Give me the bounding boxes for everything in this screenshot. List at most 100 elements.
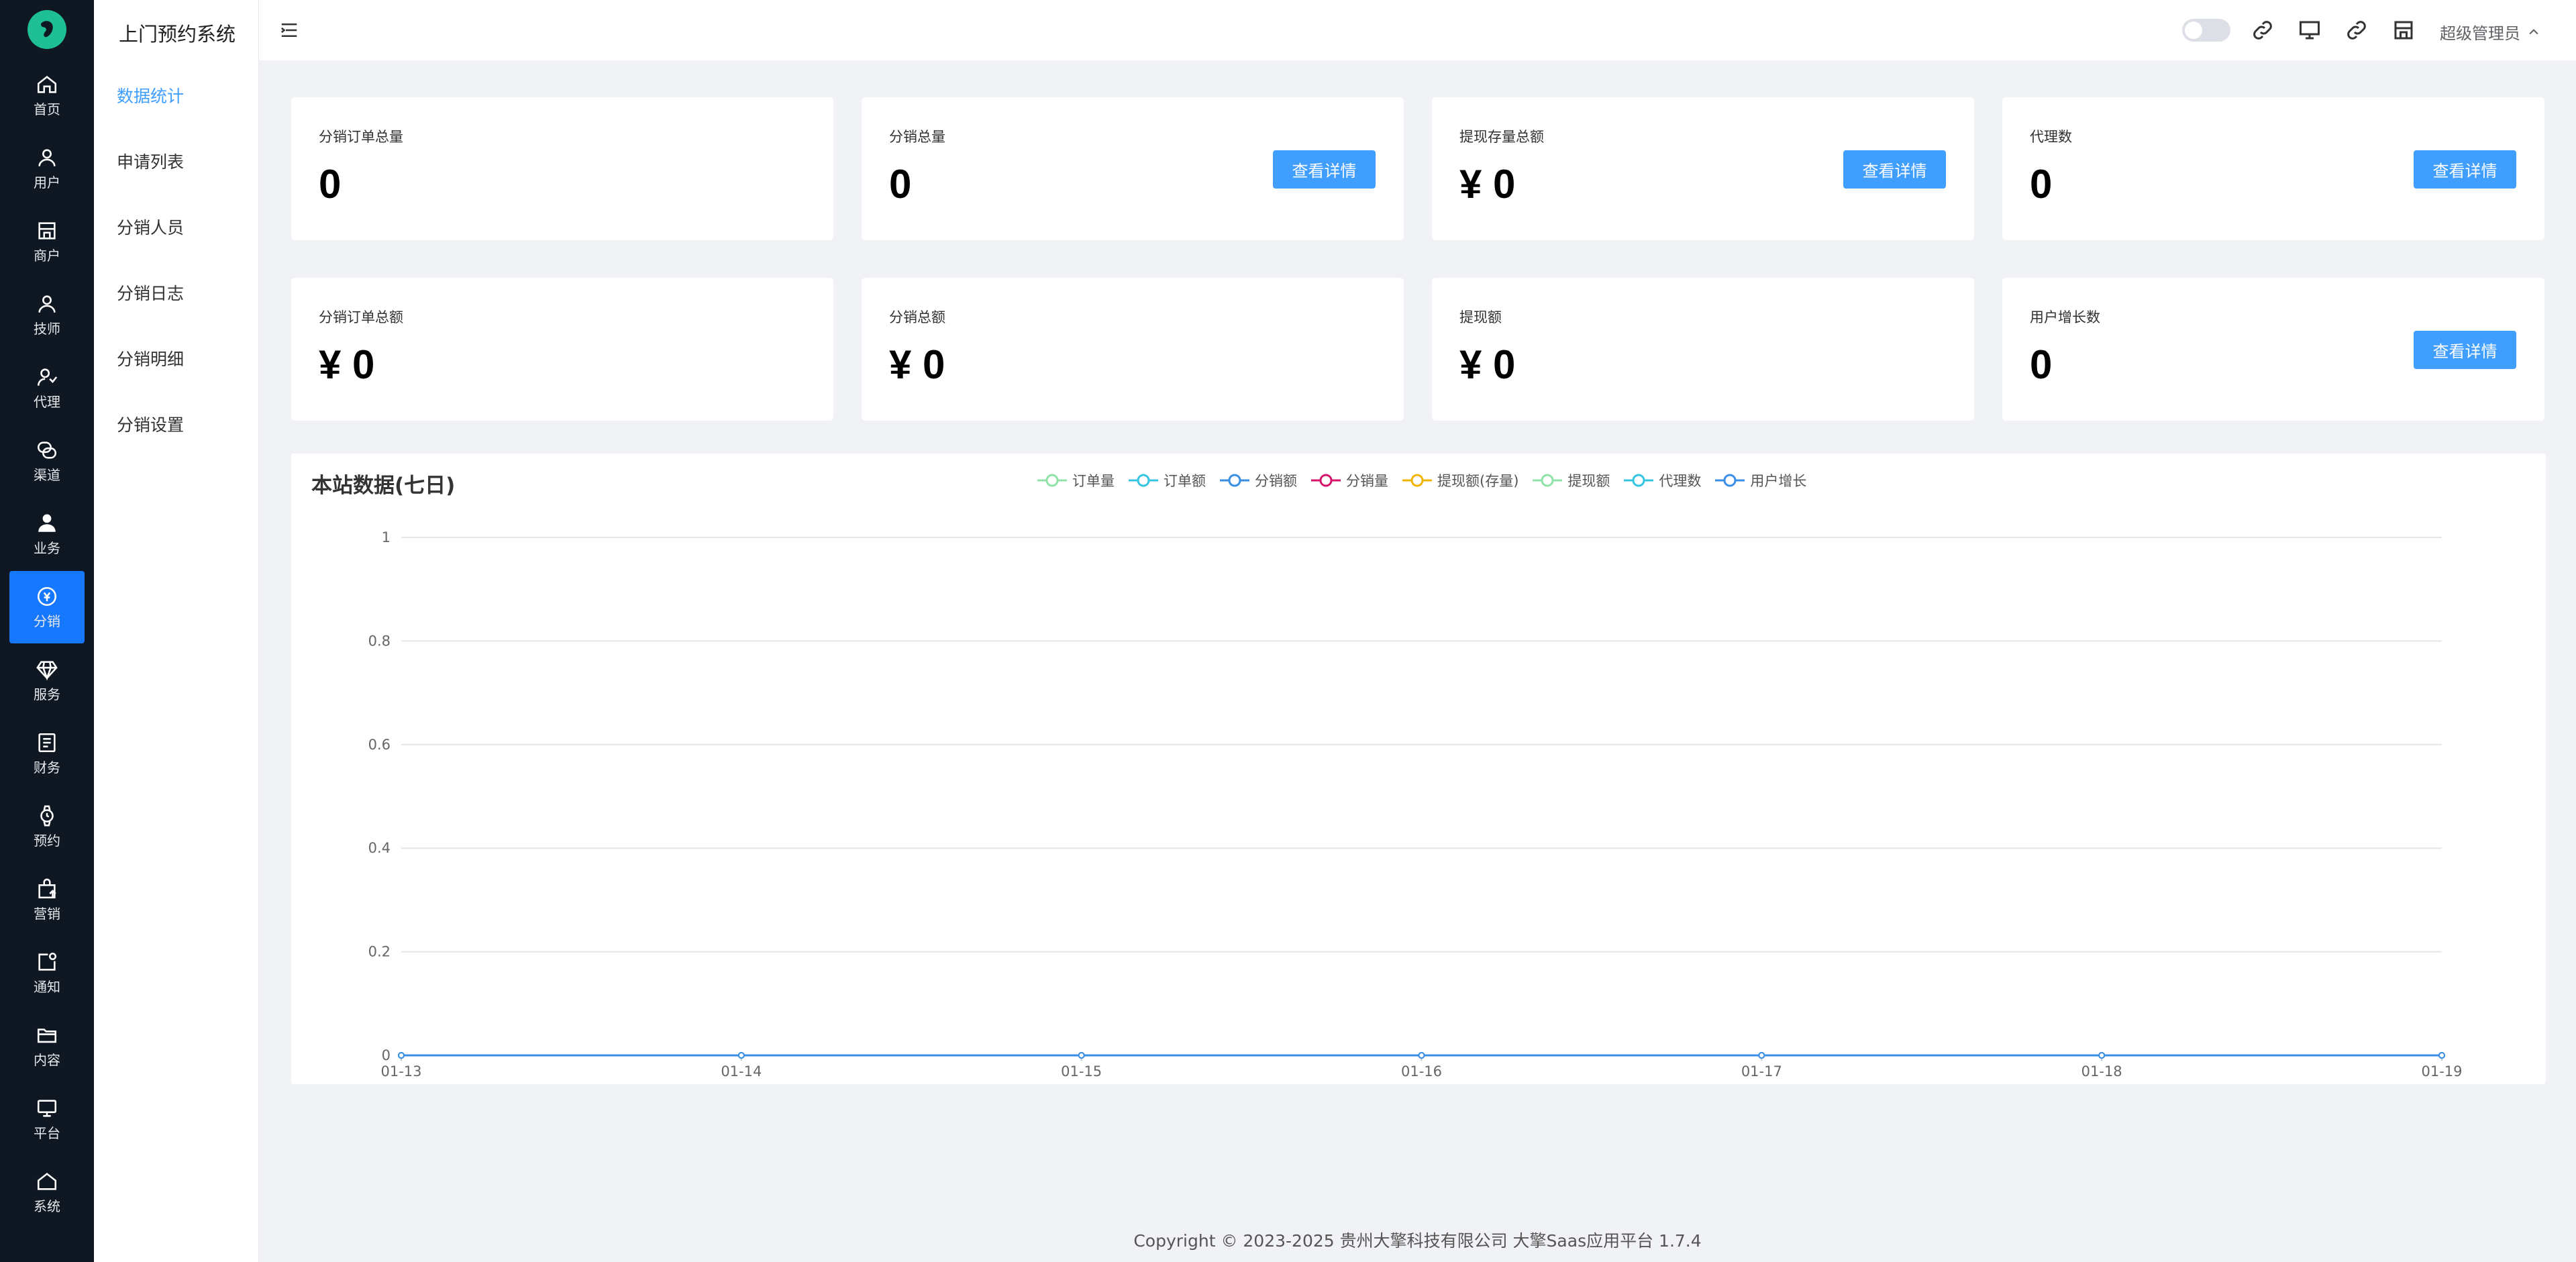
stat-title: 分销订单总额: [319, 309, 403, 325]
x-tick-label: 01-16: [1401, 1063, 1442, 1080]
app-logo-icon[interactable]: [28, 10, 66, 49]
y-tick-label: 1: [382, 529, 391, 545]
rail-item-notice[interactable]: 通知: [9, 937, 85, 1009]
legend-label: 订单额: [1164, 473, 1206, 489]
rail-item-marketing[interactable]: 营销: [9, 863, 85, 936]
stat-title: 分销总额: [889, 309, 945, 325]
submenu-item-applications[interactable]: 申请列表: [117, 149, 184, 173]
stat-value: ¥ 0: [1459, 342, 1516, 387]
stat-title: 用户增长数: [2030, 309, 2100, 325]
stat-value: ¥ 0: [319, 342, 375, 387]
stat-card: 代理数 0 查看详情: [2002, 97, 2544, 240]
agent-icon: [37, 368, 58, 386]
channel-icon: [37, 441, 57, 459]
diamond-icon: [36, 661, 58, 681]
monitor-icon: [37, 1100, 57, 1117]
rail-item-merchant[interactable]: 商户: [9, 205, 85, 278]
legend-marker-icon: [1402, 474, 1432, 487]
view-details-button[interactable]: 查看详情: [1843, 150, 1946, 189]
stat-value: 0: [319, 162, 342, 207]
store-icon: [38, 222, 56, 240]
chart-title: 本站数据(七日): [311, 474, 456, 498]
rail-item-finance[interactable]: 财务: [9, 717, 85, 790]
submenu-item-settings[interactable]: 分销设置: [117, 412, 184, 436]
rail-label: 通知: [34, 979, 60, 995]
legend-item[interactable]: 代理数: [1624, 470, 1701, 490]
stat-card: 提现额 ¥ 0: [1432, 278, 1974, 421]
icon-rail: 首页 用户 商户 技师 代理 渠道 业务 分销 服务 财务 预约 营销 通知 内…: [0, 0, 94, 1262]
x-tick-label: 01-19: [2421, 1063, 2462, 1080]
x-tick-label: 01-17: [1741, 1063, 1782, 1080]
rail-item-service[interactable]: 服务: [9, 644, 85, 717]
submenu-item-details[interactable]: 分销明细: [117, 346, 184, 370]
view-details-button[interactable]: 查看详情: [2414, 331, 2516, 369]
data-point: [1418, 1052, 1425, 1059]
legend-item[interactable]: 用户增长: [1715, 470, 1806, 490]
rail-item-content[interactable]: 内容: [9, 1010, 85, 1082]
legend-marker-icon: [1624, 474, 1654, 487]
notification-icon: [38, 952, 57, 971]
rail-label: 财务: [34, 759, 60, 776]
legend-item[interactable]: 订单量: [1037, 470, 1115, 490]
rail-item-platform[interactable]: 平台: [9, 1083, 85, 1155]
chevron-up-icon: [2529, 28, 2538, 34]
rail-label: 业务: [34, 540, 60, 556]
menu-toggle-icon[interactable]: [279, 20, 299, 40]
view-details-button[interactable]: 查看详情: [1273, 150, 1376, 189]
legend-marker-icon: [1533, 474, 1563, 487]
x-tick-label: 01-13: [380, 1063, 421, 1080]
theme-toggle[interactable]: [2182, 19, 2230, 42]
user-name: 超级管理员: [2440, 24, 2520, 43]
stat-title: 提现额: [1459, 309, 1502, 325]
chart-card: 0 0.2 0.4 0.6 0.8 1 01-13 01-14 01-15 01-16 01-17 0…: [291, 454, 2546, 1084]
legend-marker-icon: [1037, 474, 1067, 487]
stat-value: 0: [2030, 342, 2053, 387]
legend-item[interactable]: 提现额(存量): [1402, 470, 1518, 490]
data-point: [1758, 1052, 1765, 1059]
stat-card: 分销总额 ¥ 0: [862, 278, 1404, 421]
link-icon[interactable]: [2251, 18, 2275, 42]
desktop-icon[interactable]: [2298, 18, 2322, 42]
technician-icon: [38, 295, 56, 313]
sub-menu: 上门预约系统 数据统计 申请列表 分销人员 分销日志 分销明细 分销设置: [94, 0, 259, 1262]
store-icon[interactable]: [2391, 18, 2416, 42]
stat-value: ¥ 0: [1459, 162, 1516, 207]
rail-item-channel[interactable]: 渠道: [9, 425, 85, 497]
stat-value: 0: [2030, 162, 2053, 207]
data-point: [1078, 1052, 1085, 1059]
submenu-item-stats[interactable]: 数据统计: [117, 83, 184, 107]
y-tick-label: 0.2: [368, 944, 391, 960]
legend-item[interactable]: 提现额: [1533, 470, 1610, 490]
rail-label: 分销: [34, 613, 60, 629]
legend-item[interactable]: 分销量: [1311, 470, 1388, 490]
legend-marker-icon: [1715, 474, 1745, 487]
stat-title: 分销订单总量: [319, 129, 403, 145]
rail-item-system[interactable]: 系统: [9, 1156, 85, 1228]
app-title: 上门预约系统: [119, 23, 236, 46]
stat-card: 分销总量 0 查看详情: [862, 97, 1404, 240]
chart-legend: 订单量 订单额 分销额 分销量 提现额(存量) 提现额 代理数 用户增长: [1037, 470, 1820, 490]
rail-item-business[interactable]: 业务: [9, 498, 85, 570]
watch-icon: [40, 805, 54, 827]
legend-item[interactable]: 订单额: [1129, 470, 1206, 490]
rail-item-booking[interactable]: 预约: [9, 790, 85, 863]
x-tick-label: 01-18: [2081, 1063, 2122, 1080]
user-menu[interactable]: 超级管理员: [2440, 20, 2540, 44]
rail-item-technician[interactable]: 技师: [9, 278, 85, 351]
legend-item[interactable]: 分销额: [1220, 470, 1297, 490]
stat-card: 提现存量总额 ¥ 0 查看详情: [1432, 97, 1974, 240]
data-point: [737, 1052, 745, 1059]
view-details-button[interactable]: 查看详情: [2414, 150, 2516, 189]
submenu-item-distributors[interactable]: 分销人员: [117, 215, 184, 239]
rail-item-home[interactable]: 首页: [9, 59, 85, 132]
link-icon[interactable]: [2345, 18, 2369, 42]
ledger-icon: [38, 733, 56, 753]
stat-value: ¥ 0: [889, 342, 945, 387]
legend-label: 提现额: [1567, 473, 1610, 489]
rail-item-distribution[interactable]: 分销: [9, 571, 85, 643]
rail-item-agent[interactable]: 代理: [9, 352, 85, 424]
y-tick-label: 0.8: [368, 633, 391, 649]
rail-label: 首页: [34, 101, 60, 117]
submenu-item-log[interactable]: 分销日志: [117, 280, 184, 305]
rail-item-user[interactable]: 用户: [9, 132, 85, 205]
